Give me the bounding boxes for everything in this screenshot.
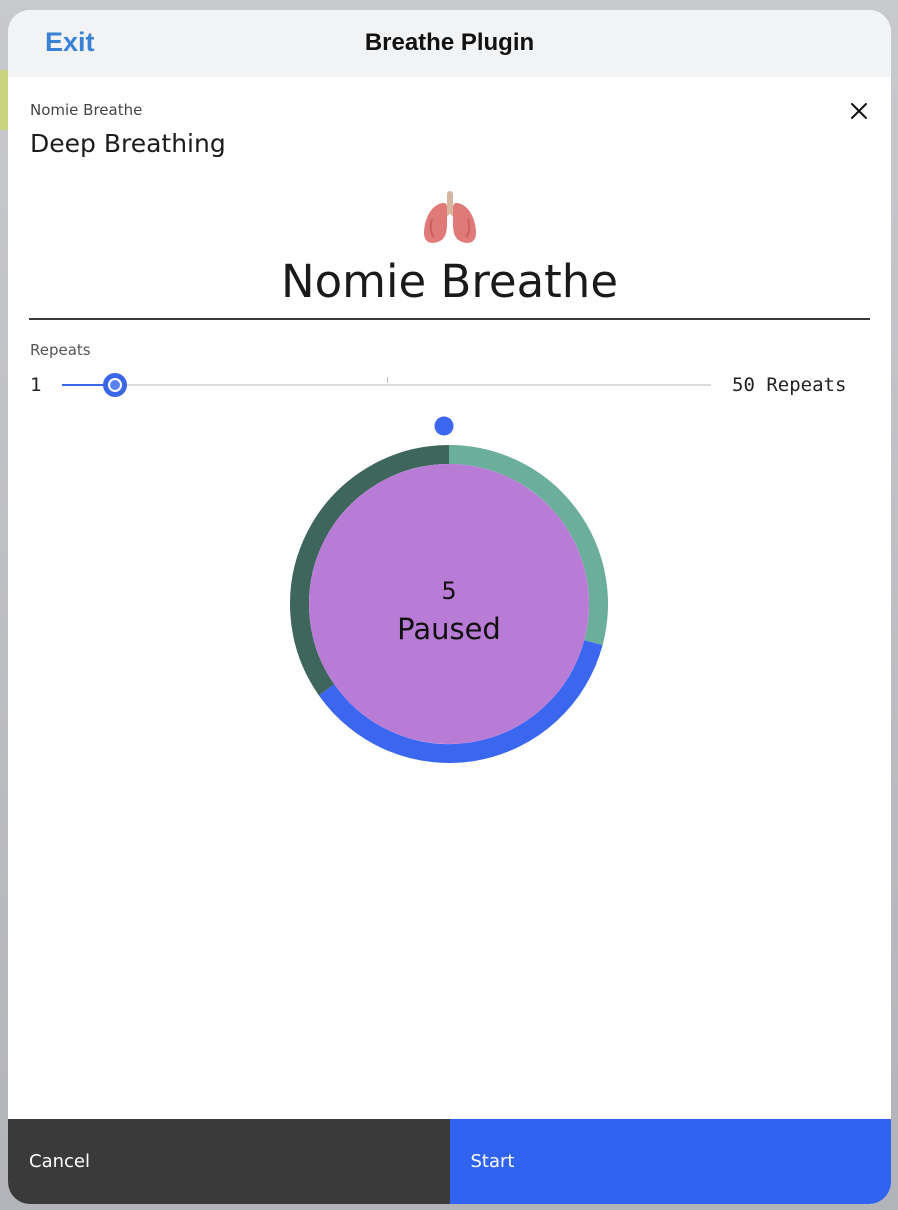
plugin-subtitle: Deep Breathing: [30, 129, 226, 158]
footer-actions: Cancel Start: [8, 1119, 891, 1204]
breath-count: 5: [441, 577, 457, 605]
slider-mid-tick: [386, 377, 388, 383]
hero-title: Nomie Breathe: [280, 255, 619, 308]
repeats-slider[interactable]: [62, 370, 711, 400]
breath-marker: [434, 416, 454, 436]
close-icon[interactable]: [846, 98, 872, 124]
slider-min-label: 1: [30, 374, 42, 396]
lungs-icon: [8, 189, 891, 249]
nav-title: Breathe Plugin: [364, 29, 535, 56]
start-button[interactable]: Start: [449, 1119, 891, 1204]
repeats-label: Repeats: [30, 341, 91, 359]
slider-track: [62, 384, 711, 386]
cancel-button[interactable]: Cancel: [8, 1119, 450, 1204]
nav-bar: Exit Breathe Plugin: [8, 10, 891, 77]
breath-indicator: 5 Paused: [278, 407, 620, 779]
plugin-modal: Exit Breathe Plugin Nomie Breathe Deep B…: [8, 10, 891, 1204]
slider-max-label: 50 Repeats: [732, 374, 847, 396]
slider-thumb[interactable]: [102, 373, 127, 397]
divider: [29, 318, 870, 320]
breath-status: Paused: [397, 612, 501, 646]
plugin-name: Nomie Breathe: [30, 101, 143, 119]
